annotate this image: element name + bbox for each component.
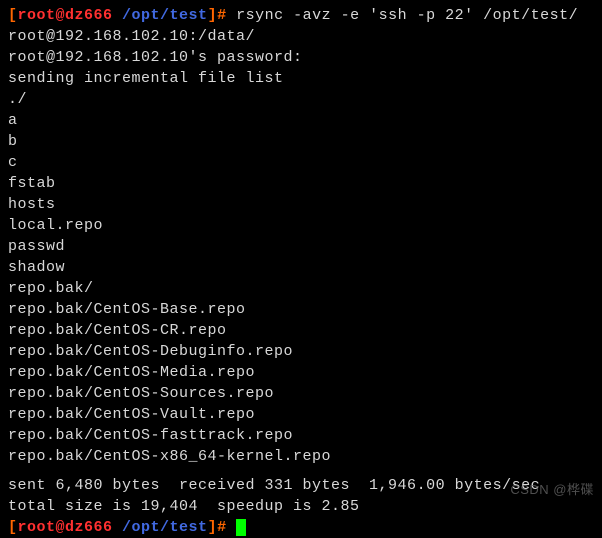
- file-list-item: repo.bak/CentOS-CR.repo: [8, 320, 594, 341]
- prompt-line-2[interactable]: [root@dz666 /opt/test]#: [8, 517, 594, 538]
- bytes-summary: sent 6,480 bytes received 331 bytes 1,94…: [8, 475, 594, 496]
- file-list-item: repo.bak/CentOS-Base.repo: [8, 299, 594, 320]
- password-prompt: root@192.168.102.10's password:: [8, 47, 594, 68]
- cursor-block: [236, 519, 246, 536]
- prompt-bracket-close: ]#: [208, 519, 227, 536]
- prompt-bracket-open: [: [8, 7, 18, 24]
- file-list-item: a: [8, 110, 594, 131]
- sending-status: sending incremental file list: [8, 68, 594, 89]
- prompt-cwd: /opt/test: [122, 519, 208, 536]
- file-list-item: local.repo: [8, 215, 594, 236]
- file-list-item: shadow: [8, 257, 594, 278]
- file-list-item: fstab: [8, 173, 594, 194]
- file-list-item: c: [8, 152, 594, 173]
- file-list-item: repo.bak/: [8, 278, 594, 299]
- prompt-bracket-open: [: [8, 519, 18, 536]
- file-list-item: repo.bak/CentOS-Debuginfo.repo: [8, 341, 594, 362]
- file-list-item: repo.bak/CentOS-fasttrack.repo: [8, 425, 594, 446]
- file-list-item: repo.bak/CentOS-Vault.repo: [8, 404, 594, 425]
- prompt-user-host: root@dz666: [18, 519, 113, 536]
- prompt-user-host: root@dz666: [18, 7, 113, 24]
- file-list-item: ./: [8, 89, 594, 110]
- prompt-cwd: /opt/test: [122, 7, 208, 24]
- csdn-watermark: CSDN @桦碟: [510, 481, 594, 499]
- file-list-item: hosts: [8, 194, 594, 215]
- file-list-item: b: [8, 131, 594, 152]
- command-input[interactable]: [227, 519, 237, 536]
- file-list-item: repo.bak/CentOS-Media.repo: [8, 362, 594, 383]
- speedup-summary: total size is 19,404 speedup is 2.85: [8, 496, 594, 517]
- prompt-bracket-close: ]#: [208, 7, 227, 24]
- prompt-line-1: [root@dz666 /opt/test]# rsync -avz -e 's…: [8, 5, 594, 47]
- file-list-item: repo.bak/CentOS-x86_64-kernel.repo: [8, 446, 594, 467]
- file-list-item: passwd: [8, 236, 594, 257]
- file-list-item: repo.bak/CentOS-Sources.repo: [8, 383, 594, 404]
